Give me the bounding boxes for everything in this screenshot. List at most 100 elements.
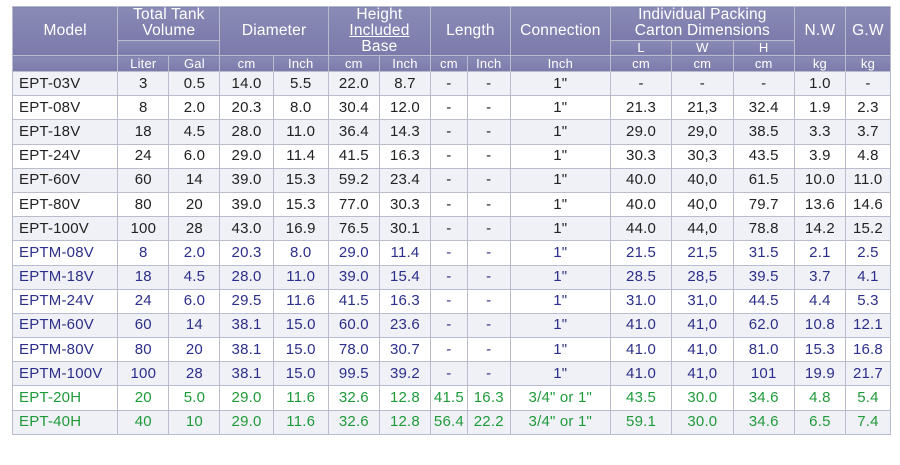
cell-connection: 1" — [509, 216, 611, 242]
cell-nw: 1.9 — [793, 95, 846, 121]
unit-pack-h-cm: cm — [732, 55, 795, 72]
cell-diameter-cm: 29.5 — [219, 288, 274, 314]
cell-volume-gal: 2.0 — [168, 240, 221, 266]
cell-diameter-inch: 5.5 — [272, 70, 329, 97]
cell-length-cm: - — [430, 361, 468, 387]
cell-pack-h: 38.5 — [732, 119, 795, 145]
cell-gw: 14.6 — [844, 191, 892, 218]
cell-model: EPTM-24V — [11, 288, 119, 314]
cell-connection: 1" — [509, 191, 611, 218]
cell-model: EPT-08V — [11, 95, 119, 121]
cell-diameter-cm: 39.0 — [219, 167, 274, 193]
cell-model: EPTM-60V — [11, 312, 119, 339]
cell-diameter-cm: 38.1 — [219, 361, 274, 387]
cell-nw: 3.7 — [793, 264, 846, 290]
cell-pack-h: 43.5 — [732, 143, 795, 169]
cell-height-cm: 32.6 — [327, 409, 380, 435]
cell-pack-l: 40.0 — [609, 191, 673, 218]
cell-volume-gal: 20 — [168, 337, 221, 363]
cell-length-inch: - — [466, 119, 511, 145]
table-row: EPT-24V 24 6.0 29.0 11.4 41.5 16.3- -1" 30.3 30,3… — [11, 143, 892, 169]
cell-pack-l: 41.0 — [609, 337, 673, 363]
cell-height-inch: 16.3 — [378, 143, 432, 169]
header-height-line1: Height — [356, 6, 403, 23]
cell-pack-w: 30.0 — [671, 385, 734, 411]
cell-gw: 4.1 — [844, 264, 892, 290]
header-nw: N.W — [793, 6, 846, 56]
cell-length-cm: - — [430, 167, 468, 193]
cell-volume-liter: 24 — [117, 143, 170, 169]
cell-diameter-inch: 15.3 — [272, 167, 329, 193]
cell-connection: 3/4" or 1" — [509, 385, 611, 411]
table-row: EPT-18V 18 4.5 28.0 11.0 36.4 14.3- -1" 29.0 29,0… — [11, 119, 892, 145]
cell-volume-gal: 28 — [168, 361, 221, 387]
cell-pack-l: 43.5 — [609, 385, 673, 411]
cell-length-inch: - — [466, 95, 511, 121]
cell-model: EPT-18V — [11, 119, 119, 145]
cell-height-cm: 99.5 — [327, 361, 380, 387]
cell-pack-w: 31,0 — [671, 288, 734, 314]
cell-volume-gal: 10 — [168, 409, 221, 435]
cell-nw: 3.9 — [793, 143, 846, 169]
cell-height-inch: 8.7 — [378, 70, 432, 97]
unit-gal: Gal — [168, 55, 221, 72]
cell-length-cm: - — [430, 288, 468, 314]
cell-pack-l: 21.3 — [609, 95, 673, 121]
cell-length-cm: - — [430, 240, 468, 266]
cell-gw: 5.3 — [844, 288, 892, 314]
cell-pack-h: 61.5 — [732, 167, 795, 193]
table-row: EPT-08V 8 2.0 20.3 8.0 30.4 12.0- -1" 21.3 21,3 32… — [11, 95, 892, 121]
cell-diameter-inch: 8.0 — [272, 240, 329, 266]
cell-volume-liter: 60 — [117, 312, 170, 339]
cell-pack-l: 41.0 — [609, 361, 673, 387]
cell-length-cm: 41.5 — [430, 385, 468, 411]
cell-nw: 10.0 — [793, 167, 846, 193]
cell-pack-w: 28,5 — [671, 264, 734, 290]
cell-height-cm: 30.4 — [327, 95, 380, 121]
cell-volume-liter: 8 — [117, 95, 170, 121]
cell-length-inch: - — [466, 361, 511, 387]
cell-model: EPT-100V — [11, 216, 119, 242]
cell-length-inch: 22.2 — [466, 409, 511, 435]
cell-height-inch: 12.8 — [378, 409, 432, 435]
cell-pack-l: 28.5 — [609, 264, 673, 290]
cell-nw: 4.4 — [793, 288, 846, 314]
cell-volume-gal: 6.0 — [168, 143, 221, 169]
header-gw: G.W — [844, 6, 892, 56]
cell-length-cm: - — [430, 337, 468, 363]
cell-height-cm: 29.0 — [327, 240, 380, 266]
header-height-line3: Base — [361, 38, 398, 55]
cell-diameter-cm: 20.3 — [219, 240, 274, 266]
cell-length-inch: - — [466, 143, 511, 169]
cell-length-inch: - — [466, 191, 511, 218]
cell-volume-liter: 24 — [117, 288, 170, 314]
cell-pack-h: 34.6 — [732, 409, 795, 435]
cell-length-inch: 16.3 — [466, 385, 511, 411]
cell-pack-h: 32.4 — [732, 95, 795, 121]
cell-height-cm: 78.0 — [327, 337, 380, 363]
cell-gw: 16.8 — [844, 337, 892, 363]
cell-gw: 2.3 — [844, 95, 892, 121]
cell-volume-gal: 5.0 — [168, 385, 221, 411]
cell-pack-h: 79.7 — [732, 191, 795, 218]
unit-length-inch: Inch — [466, 55, 511, 72]
cell-diameter-inch: 15.0 — [272, 337, 329, 363]
table-row: EPTM-08V 8 2.0 20.3 8.0 29.0 11.4- -1" 21.5 21,5 3… — [11, 240, 892, 266]
cell-height-cm: 32.6 — [327, 385, 380, 411]
unit-connection-inch: Inch — [509, 55, 611, 72]
cell-model: EPT-60V — [11, 167, 119, 193]
cell-pack-h: 101 — [732, 361, 795, 387]
cell-diameter-inch: 15.0 — [272, 361, 329, 387]
cell-volume-liter: 60 — [117, 167, 170, 193]
cell-diameter-inch: 15.3 — [272, 191, 329, 218]
cell-diameter-cm: 29.0 — [219, 143, 274, 169]
cell-height-cm: 41.5 — [327, 288, 380, 314]
cell-volume-liter: 8 — [117, 240, 170, 266]
cell-pack-w: 29,0 — [671, 119, 734, 145]
table-row: EPT-40H 40 10 29.0 11.6 32.6 12.8 56.4 22.2 3/4" … — [11, 409, 892, 435]
cell-height-cm: 41.5 — [327, 143, 380, 169]
cell-length-inch: - — [466, 216, 511, 242]
cell-gw: 11.0 — [844, 167, 892, 193]
header-pack-h: H — [732, 39, 795, 57]
cell-connection: 1" — [509, 167, 611, 193]
